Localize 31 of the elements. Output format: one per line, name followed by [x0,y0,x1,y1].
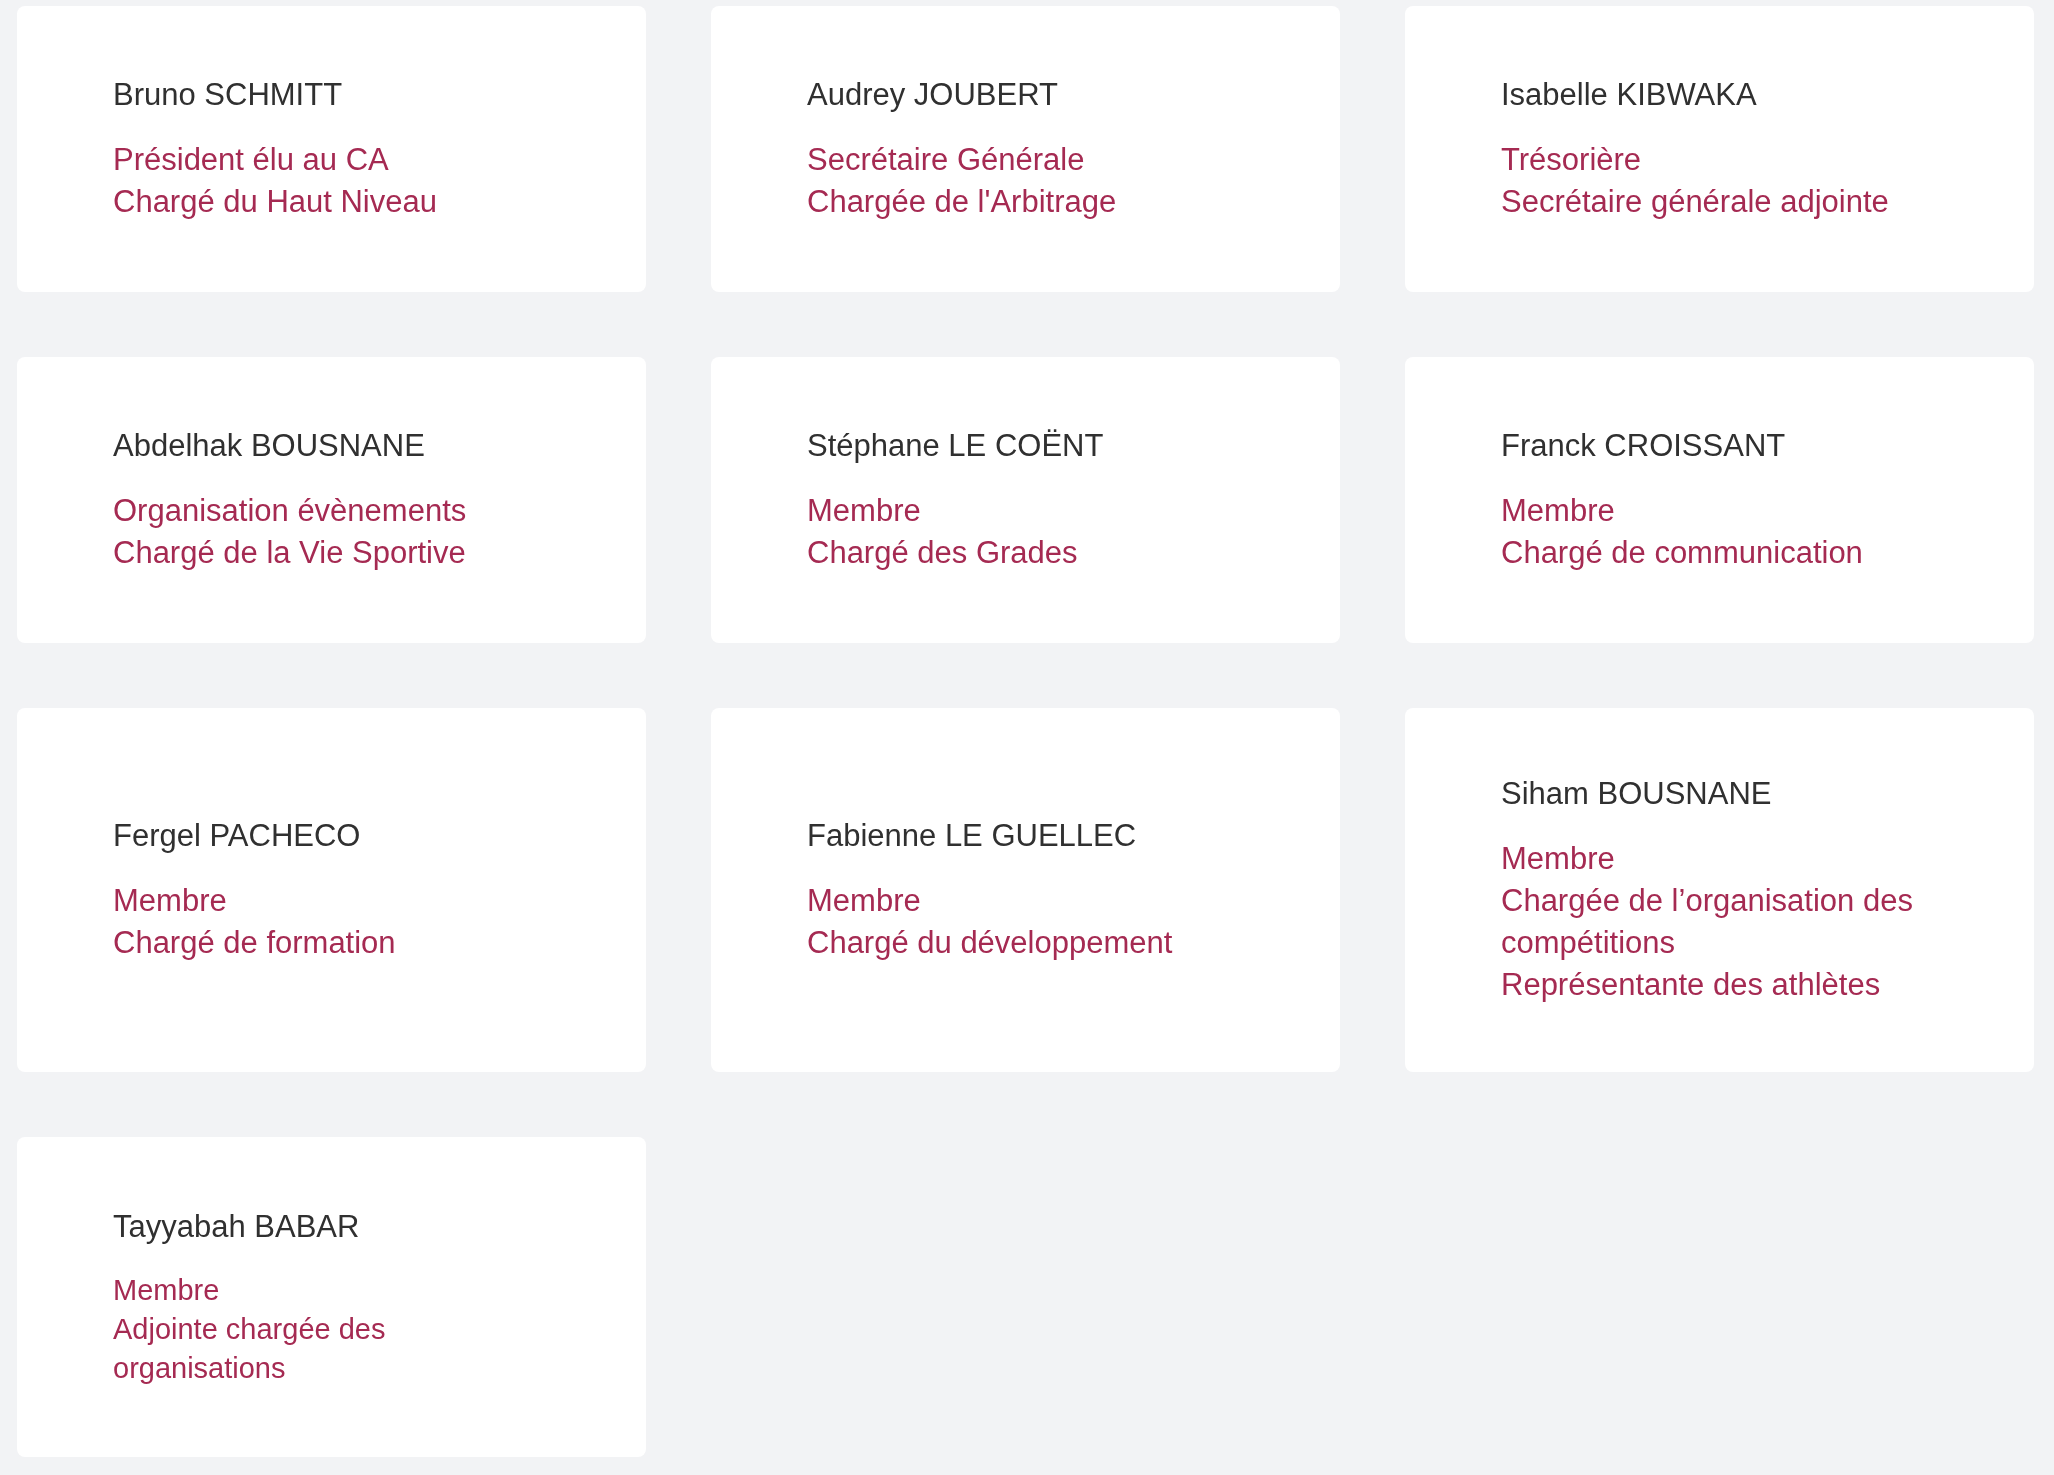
member-role: Président élu au CA [113,141,390,179]
member-role: Organisation évènements [113,492,468,530]
member-name: Audrey JOUBERT [807,76,1059,114]
member-role: Membre [113,882,228,920]
member-role: Chargé de formation [113,924,397,962]
member-role: Chargé du développement [807,924,1174,962]
member-role: Chargé des Grades [807,534,1079,572]
member-name: Siham BOUSNANE [1501,775,1773,813]
member-name: Fabienne LE GUELLEC [807,817,1138,855]
member-role: Secrétaire Générale [807,141,1086,179]
member-role: Trésorière [1501,141,1643,179]
member-name: Tayyabah BABAR [113,1207,361,1246]
member-role: Chargé du Haut Niveau [113,183,438,221]
member-role: Chargé de communication [1501,534,1864,572]
member-role: Chargée de l’organisation des compétitions [1501,882,1914,962]
member-role: Secrétaire générale adjointe [1501,183,1890,221]
member-name: Stéphane LE COËNT [807,427,1105,465]
member-role: Membre [1501,492,1616,530]
member-role: Chargée de l'Arbitrage [807,183,1118,221]
member-role: Membre [807,882,922,920]
member-role: Membre [807,492,922,530]
member-role: Représentante des athlètes [1501,966,1882,1004]
member-name: Bruno SCHMITT [113,76,344,114]
member-role: Membre [113,1272,221,1308]
member-role: Chargé de la Vie Sportive [113,534,467,572]
member-name: Fergel PACHECO [113,817,362,855]
member-role: Membre [1501,840,1616,878]
member-name: Abdelhak BOUSNANE [113,427,426,465]
member-name: Isabelle KIBWAKA [1501,76,1758,114]
member-name: Franck CROISSANT [1501,427,1787,465]
member-role: Adjointe chargée des organisations [113,1311,387,1386]
